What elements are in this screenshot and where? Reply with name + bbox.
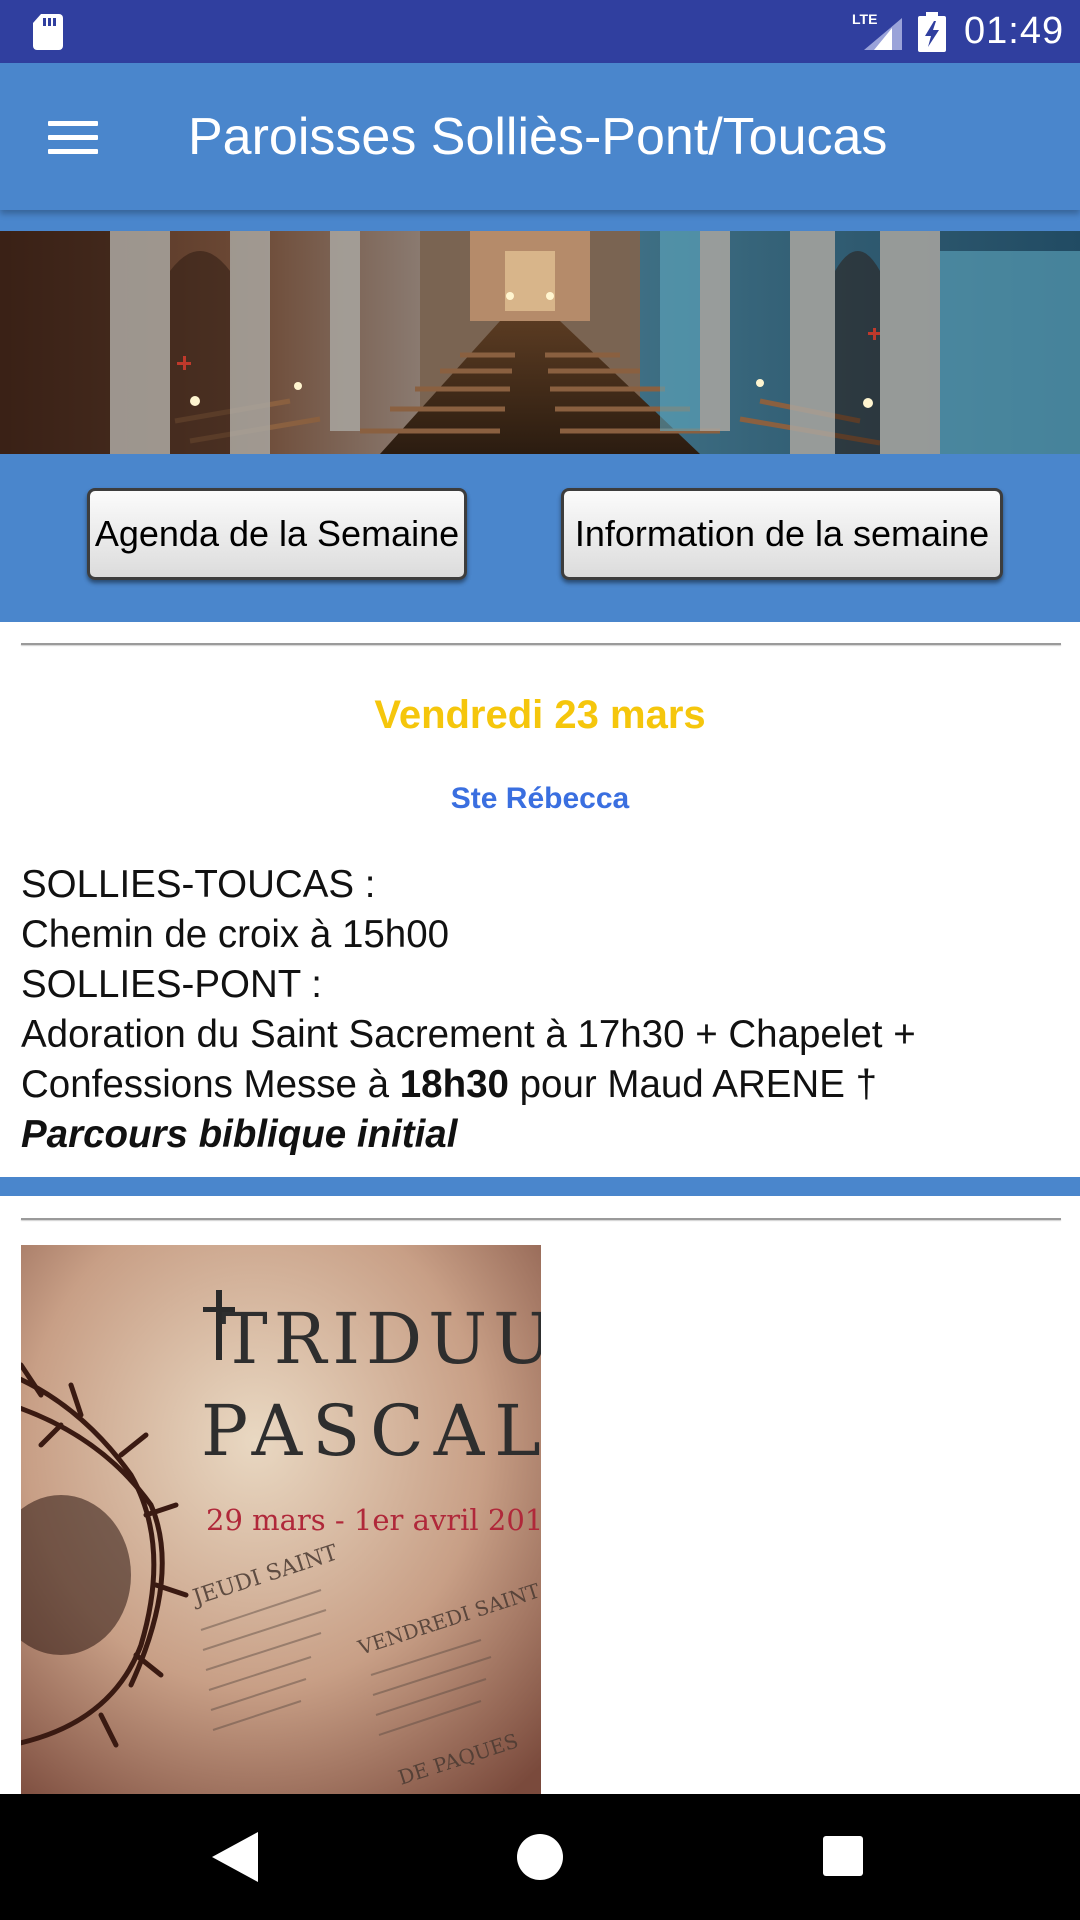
entry-date: Vendredi 23 mars [374,693,706,737]
schedule-line: Adoration du Saint Sacrement à 17h30 + C… [21,1013,916,1056]
schedule-text-post: pour Maud ARENE † [508,1063,878,1106]
section-separator [0,1177,1080,1196]
hamburger-menu-icon[interactable] [36,107,108,167]
schedule-text-pre: Confessions Messe à [21,1063,400,1106]
lte-label: LTE [852,11,877,27]
saint-of-day: Ste Rébecca [450,782,630,815]
church-banner-image [0,231,1080,454]
schedule-line: SOLLIES-PONT : [21,963,322,1006]
information-button[interactable]: Information de la semaine [561,488,1003,580]
schedule-line: Confessions Messe à 18h30 pour Maud AREN… [21,1060,1061,1110]
poster-dates: 29 mars - 1er avril 2018 [206,1503,541,1537]
back-icon[interactable] [212,1832,258,1882]
schedule-line-emphasis: Parcours biblique initial [21,1113,458,1156]
agenda-button[interactable]: Agenda de la Semaine [87,488,467,580]
app-title: Paroisses Solliès-Pont/Toucas [188,108,888,166]
header-area: Agenda de la Semaine Information de la s… [0,210,1080,622]
battery-charging-icon [918,12,946,52]
schedule-text: SOLLIES-TOUCAS : Chemin de croix à 15h00… [21,860,1061,1160]
schedule-time-bold: 18h30 [399,1063,509,1106]
status-bar: LTE 01:49 [0,0,1080,63]
home-icon[interactable] [517,1834,563,1880]
app-bar: Paroisses Solliès-Pont/Toucas [0,63,1080,210]
divider [21,643,1061,645]
triduum-poster-image[interactable]: TRIDUUM PASCAL 29 mars - 1er avril 2018 … [21,1245,541,1805]
recents-icon[interactable] [823,1836,863,1876]
status-clock: 01:49 [964,10,1065,52]
schedule-line: SOLLIES-TOUCAS : [21,863,376,906]
system-nav-bar [0,1794,1080,1920]
schedule-line: Chemin de croix à 15h00 [21,913,450,956]
lte-signal-icon: LTE [852,11,902,50]
sd-card-icon [33,14,63,50]
poster-title-line2: PASCAL [201,1390,541,1472]
poster-title-line1: TRIDUUM [221,1298,541,1380]
divider [21,1218,1061,1220]
